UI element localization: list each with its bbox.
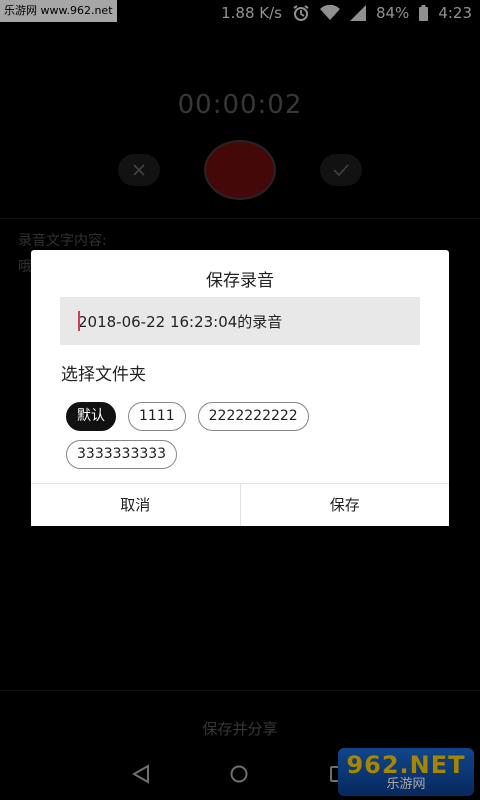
folder-chip-2222222222[interactable]: 2222222222 — [197, 402, 309, 431]
cancel-button[interactable]: 取消 — [31, 484, 240, 526]
save-recording-dialog: 保存录音 选择文件夹 默认 1111 2222222222 3333333333… — [31, 250, 449, 526]
folder-chip-3333333333[interactable]: 3333333333 — [66, 440, 178, 469]
dialog-title: 保存录音 — [206, 271, 274, 291]
text-caret — [78, 311, 80, 331]
folder-chips: 默认 1111 2222222222 3333333333 — [66, 402, 366, 469]
folder-chip-default[interactable]: 默认 — [66, 402, 116, 431]
dialog-actions: 取消 保存 — [31, 483, 449, 526]
folder-label: 选择文件夹 — [61, 365, 146, 385]
recording-name-input[interactable] — [60, 297, 420, 345]
folder-chip-1111[interactable]: 1111 — [128, 402, 186, 431]
save-button[interactable]: 保存 — [239, 484, 449, 526]
